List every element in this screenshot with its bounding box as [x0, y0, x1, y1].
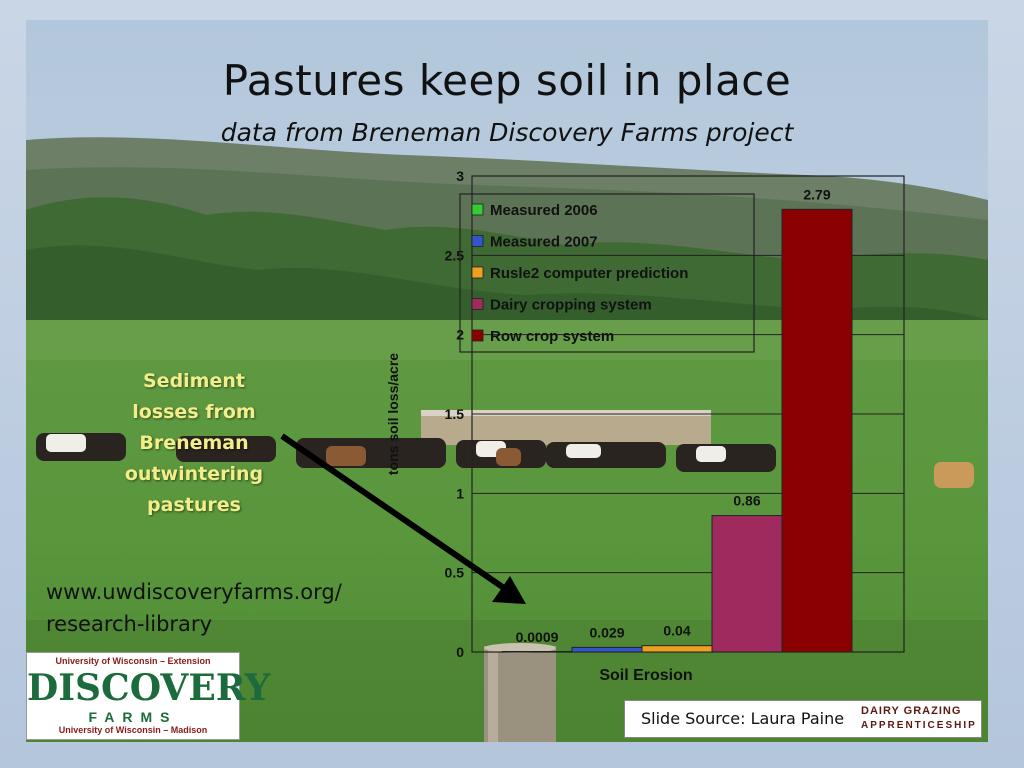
- slide-source-box: Slide Source: Laura Paine DAIRY GRAZING …: [624, 700, 982, 738]
- slide-source-text: Slide Source: Laura Paine: [641, 709, 845, 728]
- website-link[interactable]: www.uwdiscoveryfarms.org/ research-libra…: [46, 576, 342, 640]
- website-line: research-library: [46, 612, 212, 636]
- dga-logo-top: DAIRY GRAZING: [861, 705, 962, 717]
- logo-sub-text: FARMS: [88, 709, 178, 725]
- dga-logo-bottom: APPRENTICESHIP: [861, 720, 977, 731]
- discovery-farms-logo: University of Wisconsin – Extension DISC…: [26, 652, 271, 740]
- dairy-grazing-logo: DAIRY GRAZING APPRENTICESHIP: [861, 704, 977, 734]
- website-line: www.uwdiscoveryfarms.org/: [46, 580, 342, 604]
- slide: Pastures keep soil in place data from Br…: [26, 20, 988, 742]
- logo-main-text: DISCOVERY: [27, 667, 271, 709]
- logo-top-text: University of Wisconsin – Extension: [55, 656, 211, 666]
- logo-bottom-text: University of Wisconsin – Madison: [58, 725, 208, 735]
